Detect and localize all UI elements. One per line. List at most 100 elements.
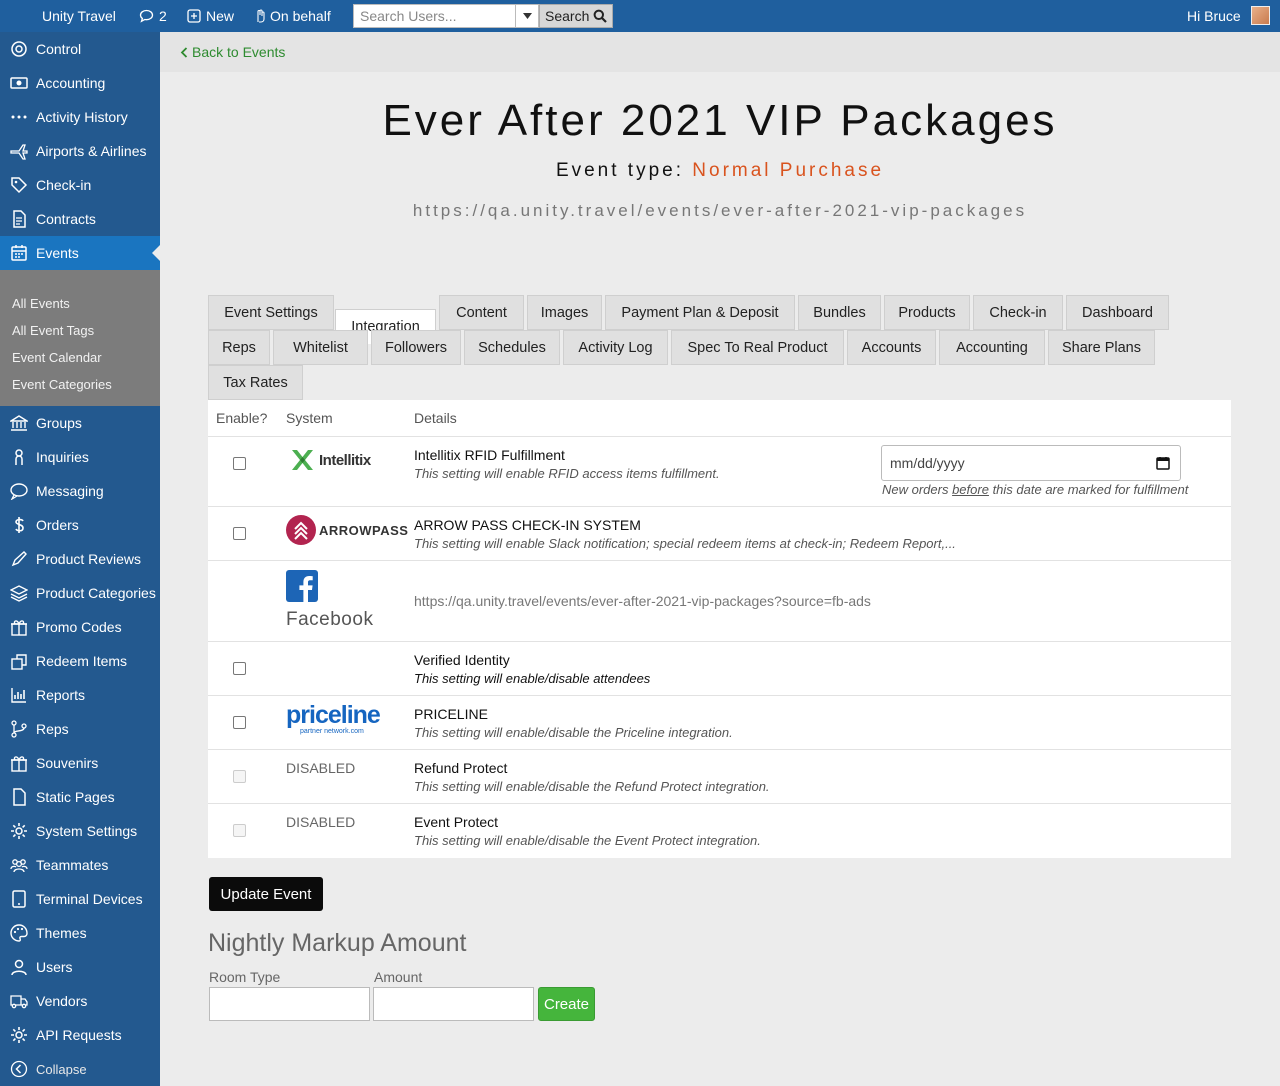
sidebar-item-themes[interactable]: Themes [0, 916, 160, 950]
priceline-logo-text: priceline [286, 701, 381, 729]
tab-whitelist[interactable]: Whitelist [273, 330, 368, 365]
sidebar-item-teammates[interactable]: Teammates [0, 848, 160, 882]
sidebar-item-groups[interactable]: Groups [0, 406, 160, 440]
palette-icon [7, 924, 31, 942]
tab-followers[interactable]: Followers [371, 330, 461, 365]
tab-dashboard[interactable]: Dashboard [1066, 295, 1169, 330]
document-icon [7, 210, 31, 228]
user-greeting[interactable]: Hi Bruce [1187, 0, 1241, 32]
tab-products[interactable]: Products [884, 295, 970, 330]
sidebar-item-product-categories[interactable]: Product Categories [0, 576, 160, 610]
sidebar-item-contracts[interactable]: Contracts [0, 202, 160, 236]
facebook-tracking-url[interactable]: https://qa.unity.travel/events/ever-afte… [414, 593, 871, 609]
row-title: PRICELINE [414, 706, 488, 722]
search-input[interactable] [353, 4, 515, 28]
sidebar-item-product-reviews[interactable]: Product Reviews [0, 542, 160, 576]
tab-check-in[interactable]: Check-in [973, 295, 1063, 330]
sidebar-item-label: Promo Codes [36, 619, 122, 635]
sidebar-item-label: Check-in [36, 177, 92, 193]
sidebar-item-label: Static Pages [36, 789, 115, 805]
sidebar-item-terminal-devices[interactable]: Terminal Devices [0, 882, 160, 916]
sidebar-item-label: Events [36, 245, 79, 261]
sidebar-item-activity-history[interactable]: Activity History [0, 100, 160, 134]
enable-verified-identity-checkbox[interactable] [233, 662, 246, 675]
sidebar-item-check-in[interactable]: Check-in [0, 168, 160, 202]
sidebar-item-reports[interactable]: Reports [0, 678, 160, 712]
back-to-events-link[interactable]: Back to Events [180, 44, 285, 60]
app-title[interactable]: Unity Travel [42, 0, 116, 32]
sidebar-item-static-pages[interactable]: Static Pages [0, 780, 160, 814]
sidebar-item-accounting[interactable]: Accounting [0, 66, 160, 100]
tab-accounting[interactable]: Accounting [939, 330, 1045, 365]
submenu-event-categories[interactable]: Event Categories [12, 377, 112, 392]
tab-images[interactable]: Images [527, 295, 602, 330]
on-behalf-button[interactable]: On behalf [255, 0, 331, 32]
enable-event-protect-checkbox [233, 824, 246, 837]
sidebar-item-redeem-items[interactable]: Redeem Items [0, 644, 160, 678]
caret-down-icon [522, 13, 532, 19]
enable-refund-protect-checkbox [233, 770, 246, 783]
sidebar-item-label: Accounting [36, 75, 106, 91]
sidebar-item-messaging[interactable]: Messaging [0, 474, 160, 508]
tab-tax-rates[interactable]: Tax Rates [208, 365, 303, 400]
tab-payment-plan-deposit[interactable]: Payment Plan & Deposit [605, 295, 795, 330]
dollar-icon [7, 516, 31, 534]
sidebar-item-label: Product Reviews [36, 551, 142, 567]
sidebar-item-airports-airlines[interactable]: Airports & Airlines [0, 134, 160, 168]
sidebar-item-promo-codes[interactable]: Promo Codes [0, 610, 160, 644]
tab-event-settings[interactable]: Event Settings [208, 295, 334, 330]
arrowpass-logo-text: ARROWPASS [319, 522, 409, 538]
tab-schedules[interactable]: Schedules [464, 330, 560, 365]
fulfillment-date-input[interactable]: mm/dd/yyyy [881, 445, 1181, 481]
sidebar-item-api-requests[interactable]: API Requests [0, 1018, 160, 1052]
tab-bundles[interactable]: Bundles [798, 295, 881, 330]
sidebar-item-collapse[interactable]: Collapse [0, 1052, 160, 1086]
row-title: Refund Protect [414, 760, 508, 776]
search-dropdown-caret[interactable] [515, 4, 539, 28]
tab-spec-to-real-product[interactable]: Spec To Real Product [671, 330, 844, 365]
enable-priceline-checkbox[interactable] [233, 716, 246, 729]
tab-accounts[interactable]: Accounts [847, 330, 936, 365]
person-icon [7, 448, 31, 466]
sidebar-item-label: Themes [36, 925, 87, 941]
top-bar: Unity Travel 2 New On behalf Search Hi B… [0, 0, 1280, 32]
sidebar-item-orders[interactable]: Orders [0, 508, 160, 542]
tab-activity-log[interactable]: Activity Log [563, 330, 668, 365]
new-button[interactable]: New [187, 0, 234, 32]
priceline-logo: priceline partner network.com [286, 701, 381, 735]
comments-link[interactable]: 2 [139, 0, 167, 32]
enable-intellitix-checkbox[interactable] [233, 457, 246, 470]
tab-reps[interactable]: Reps [208, 330, 270, 365]
submenu-event-calendar[interactable]: Event Calendar [12, 350, 102, 365]
sidebar-item-souvenirs[interactable]: Souvenirs [0, 746, 160, 780]
gear-icon [7, 1026, 31, 1044]
on-behalf-label: On behalf [270, 8, 331, 24]
sidebar-item-label: Messaging [36, 483, 104, 499]
sidebar-item-vendors[interactable]: Vendors [0, 984, 160, 1018]
sidebar-item-users[interactable]: Users [0, 950, 160, 984]
room-type-input[interactable] [209, 987, 370, 1021]
sidebar-item-inquiries[interactable]: Inquiries [0, 440, 160, 474]
update-event-button[interactable]: Update Event [209, 877, 323, 911]
amount-input[interactable] [373, 987, 534, 1021]
calendar-icon[interactable] [1156, 456, 1170, 470]
sidebar-item-control[interactable]: Control [0, 32, 160, 66]
sidebar-item-label: Vendors [36, 993, 88, 1009]
sidebar-item-events[interactable]: Events [0, 236, 160, 270]
search-button[interactable]: Search [539, 4, 614, 28]
user-search: Search [353, 4, 614, 28]
intellitix-mark-icon [292, 450, 313, 470]
avatar[interactable] [1251, 6, 1270, 25]
header-enable: Enable? [216, 410, 268, 426]
tab-content[interactable]: Content [439, 295, 524, 330]
date-note-link[interactable]: before [952, 482, 989, 497]
submenu-all-events[interactable]: All Events [12, 296, 70, 311]
enable-arrowpass-checkbox[interactable] [233, 527, 246, 540]
event-url[interactable]: https://qa.unity.travel/events/ever-afte… [160, 201, 1280, 221]
sidebar-item-reps[interactable]: Reps [0, 712, 160, 746]
row-description: This setting will enable Slack notificat… [414, 536, 956, 551]
sidebar-item-system-settings[interactable]: System Settings [0, 814, 160, 848]
tab-share-plans[interactable]: Share Plans [1048, 330, 1155, 365]
create-button[interactable]: Create [538, 987, 595, 1021]
submenu-all-event-tags[interactable]: All Event Tags [12, 323, 94, 338]
